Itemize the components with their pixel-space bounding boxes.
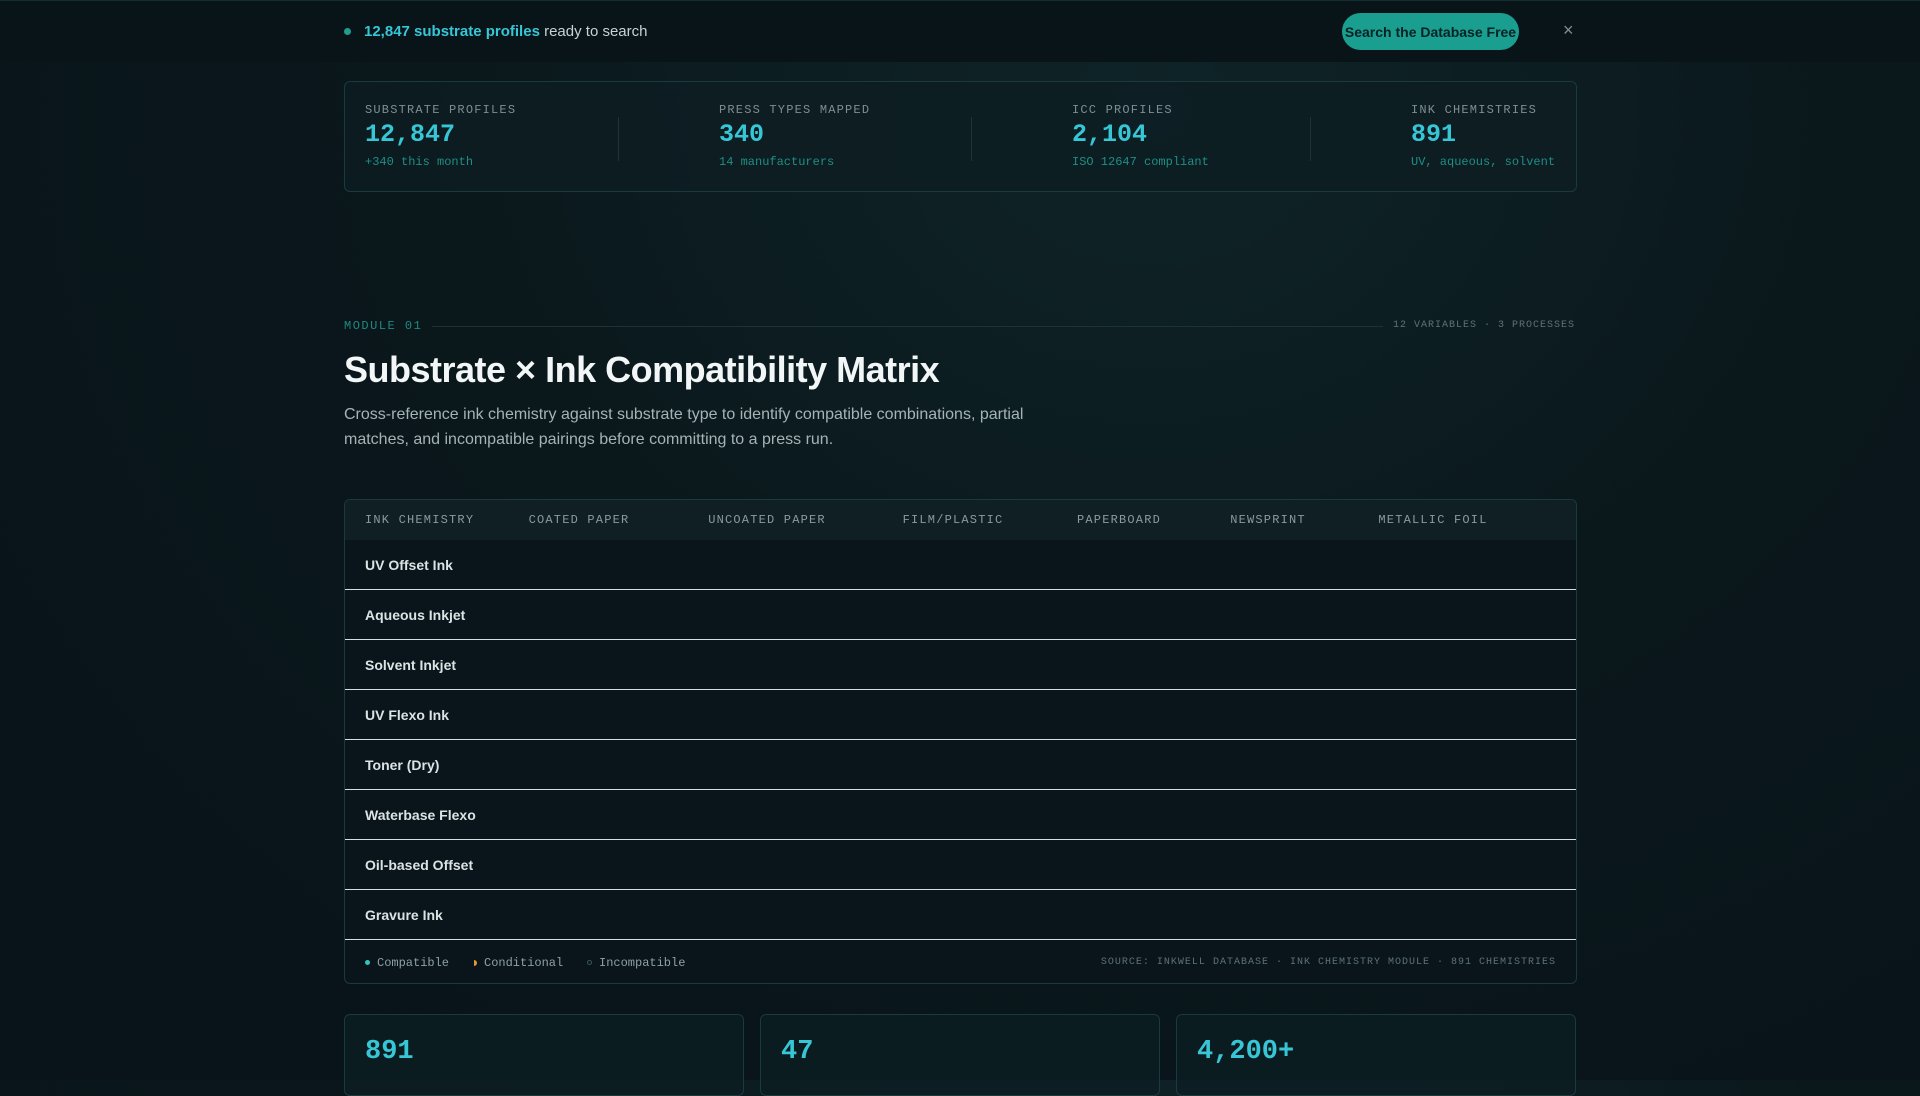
matrix-footer: Compatible Conditional Incompatible SOUR…: [345, 941, 1576, 983]
ink-chemistry-name: UV Flexo Ink: [365, 707, 450, 723]
column-header-metallic-foil: METALLIC FOIL: [1378, 513, 1488, 527]
stat-value: 340: [719, 120, 765, 149]
page-title: Substrate × Ink Compatibility Matrix: [344, 349, 940, 390]
stat-sub: 14 manufacturers: [719, 155, 835, 169]
announcement-message: 12,847 substrate profiles ready to searc…: [364, 23, 647, 40]
stat-label: ICC PROFILES: [1072, 103, 1173, 117]
search-database-button[interactable]: Search the Database Free: [1342, 13, 1519, 50]
module-meta: 12 VARIABLES · 3 PROCESSES: [1392, 320, 1575, 331]
source-note: SOURCE: INKWELL DATABASE · INK CHEMISTRY…: [1100, 957, 1556, 968]
legend-compatible: Compatible: [365, 956, 449, 970]
compatible-dot-icon: [365, 960, 370, 966]
column-header-coated-paper: COATED PAPER: [528, 513, 630, 527]
summary-card-value: 4,200+: [1197, 1037, 1295, 1067]
ink-chemistry-name: Aqueous Inkjet: [365, 607, 466, 623]
stat-value: 12,847: [365, 120, 456, 149]
ink-chemistry-name: Toner (Dry): [365, 757, 440, 773]
stat-divider: [971, 117, 972, 161]
column-header-paperboard: PAPERBOARD: [1076, 513, 1162, 527]
summary-card: 4,200+: [1176, 1014, 1576, 1096]
legend-incompatible: Incompatible: [587, 956, 685, 970]
table-row: Solvent Inkjet: [345, 640, 1576, 690]
stat-value: 2,104: [1072, 120, 1148, 149]
legend-compatible-label: Compatible: [377, 956, 450, 970]
announcement-highlight: 12,847 substrate profiles: [364, 23, 540, 40]
column-header-uncoated-paper: UNCOATED PAPER: [708, 513, 826, 527]
announcement-text: ready to search: [539, 23, 648, 40]
table-row: Aqueous Inkjet: [345, 590, 1576, 640]
legend-incompatible-label: Incompatible: [599, 956, 686, 970]
table-row: UV Offset Ink: [345, 540, 1576, 590]
table-row: Gravure Ink: [345, 890, 1576, 940]
table-row: Oil-based Offset: [345, 840, 1576, 890]
incompatible-ring-icon: [587, 960, 592, 966]
ink-chemistry-name: Oil-based Offset: [365, 857, 474, 873]
summary-card: 891: [344, 1014, 744, 1096]
column-header-ink-chemistry: INK CHEMISTRY: [365, 513, 475, 527]
stat-value: 891: [1411, 120, 1457, 149]
ink-chemistry-name: Waterbase Flexo: [365, 807, 476, 823]
summary-card-value: 891: [365, 1037, 414, 1067]
column-header-newsprint: NEWSPRINT: [1230, 513, 1306, 527]
compatibility-matrix: INK CHEMISTRY COATED PAPER UNCOATED PAPE…: [344, 499, 1577, 984]
table-row: Waterbase Flexo: [345, 790, 1576, 840]
summary-card-value: 47: [781, 1037, 814, 1067]
stat-label: SUBSTRATE PROFILES: [365, 103, 517, 117]
close-icon[interactable]: ×: [1563, 20, 1574, 41]
stat-sub: UV, aqueous, solvent: [1411, 155, 1556, 169]
stat-label: PRESS TYPES MAPPED: [719, 103, 871, 117]
table-row: UV Flexo Ink: [345, 690, 1576, 740]
summary-card: 47: [760, 1014, 1160, 1096]
stat-label: INK CHEMISTRIES: [1411, 103, 1538, 117]
legend-conditional: Conditional: [474, 956, 563, 970]
announcement-bar: 12,847 substrate profiles ready to searc…: [0, 0, 1920, 62]
page-description: Cross-reference ink chemistry against su…: [344, 406, 1024, 448]
stat-divider: [618, 117, 619, 161]
conditional-half-dot-icon: [474, 959, 477, 966]
legend-conditional-label: Conditional: [484, 956, 564, 970]
table-row: Toner (Dry): [345, 740, 1576, 790]
matrix-header-row: INK CHEMISTRY COATED PAPER UNCOATED PAPE…: [345, 500, 1576, 540]
stat-divider: [1310, 117, 1311, 161]
stat-sub: ISO 12647 compliant: [1072, 155, 1209, 169]
ink-chemistry-name: Gravure Ink: [365, 907, 443, 923]
column-header-film-plastic: FILM/PLASTIC: [902, 513, 1004, 527]
ink-chemistry-name: UV Offset Ink: [365, 557, 453, 573]
stats-panel: SUBSTRATE PROFILES 12,847 +340 this mont…: [344, 81, 1577, 192]
status-dot-icon: [344, 28, 351, 35]
module-label: MODULE 01: [344, 319, 423, 333]
module-divider: [432, 326, 1383, 327]
ink-chemistry-name: Solvent Inkjet: [365, 657, 457, 673]
stat-sub: +340 this month: [365, 155, 474, 169]
module-header: MODULE 01 12 VARIABLES · 3 PROCESSES: [344, 319, 1575, 333]
